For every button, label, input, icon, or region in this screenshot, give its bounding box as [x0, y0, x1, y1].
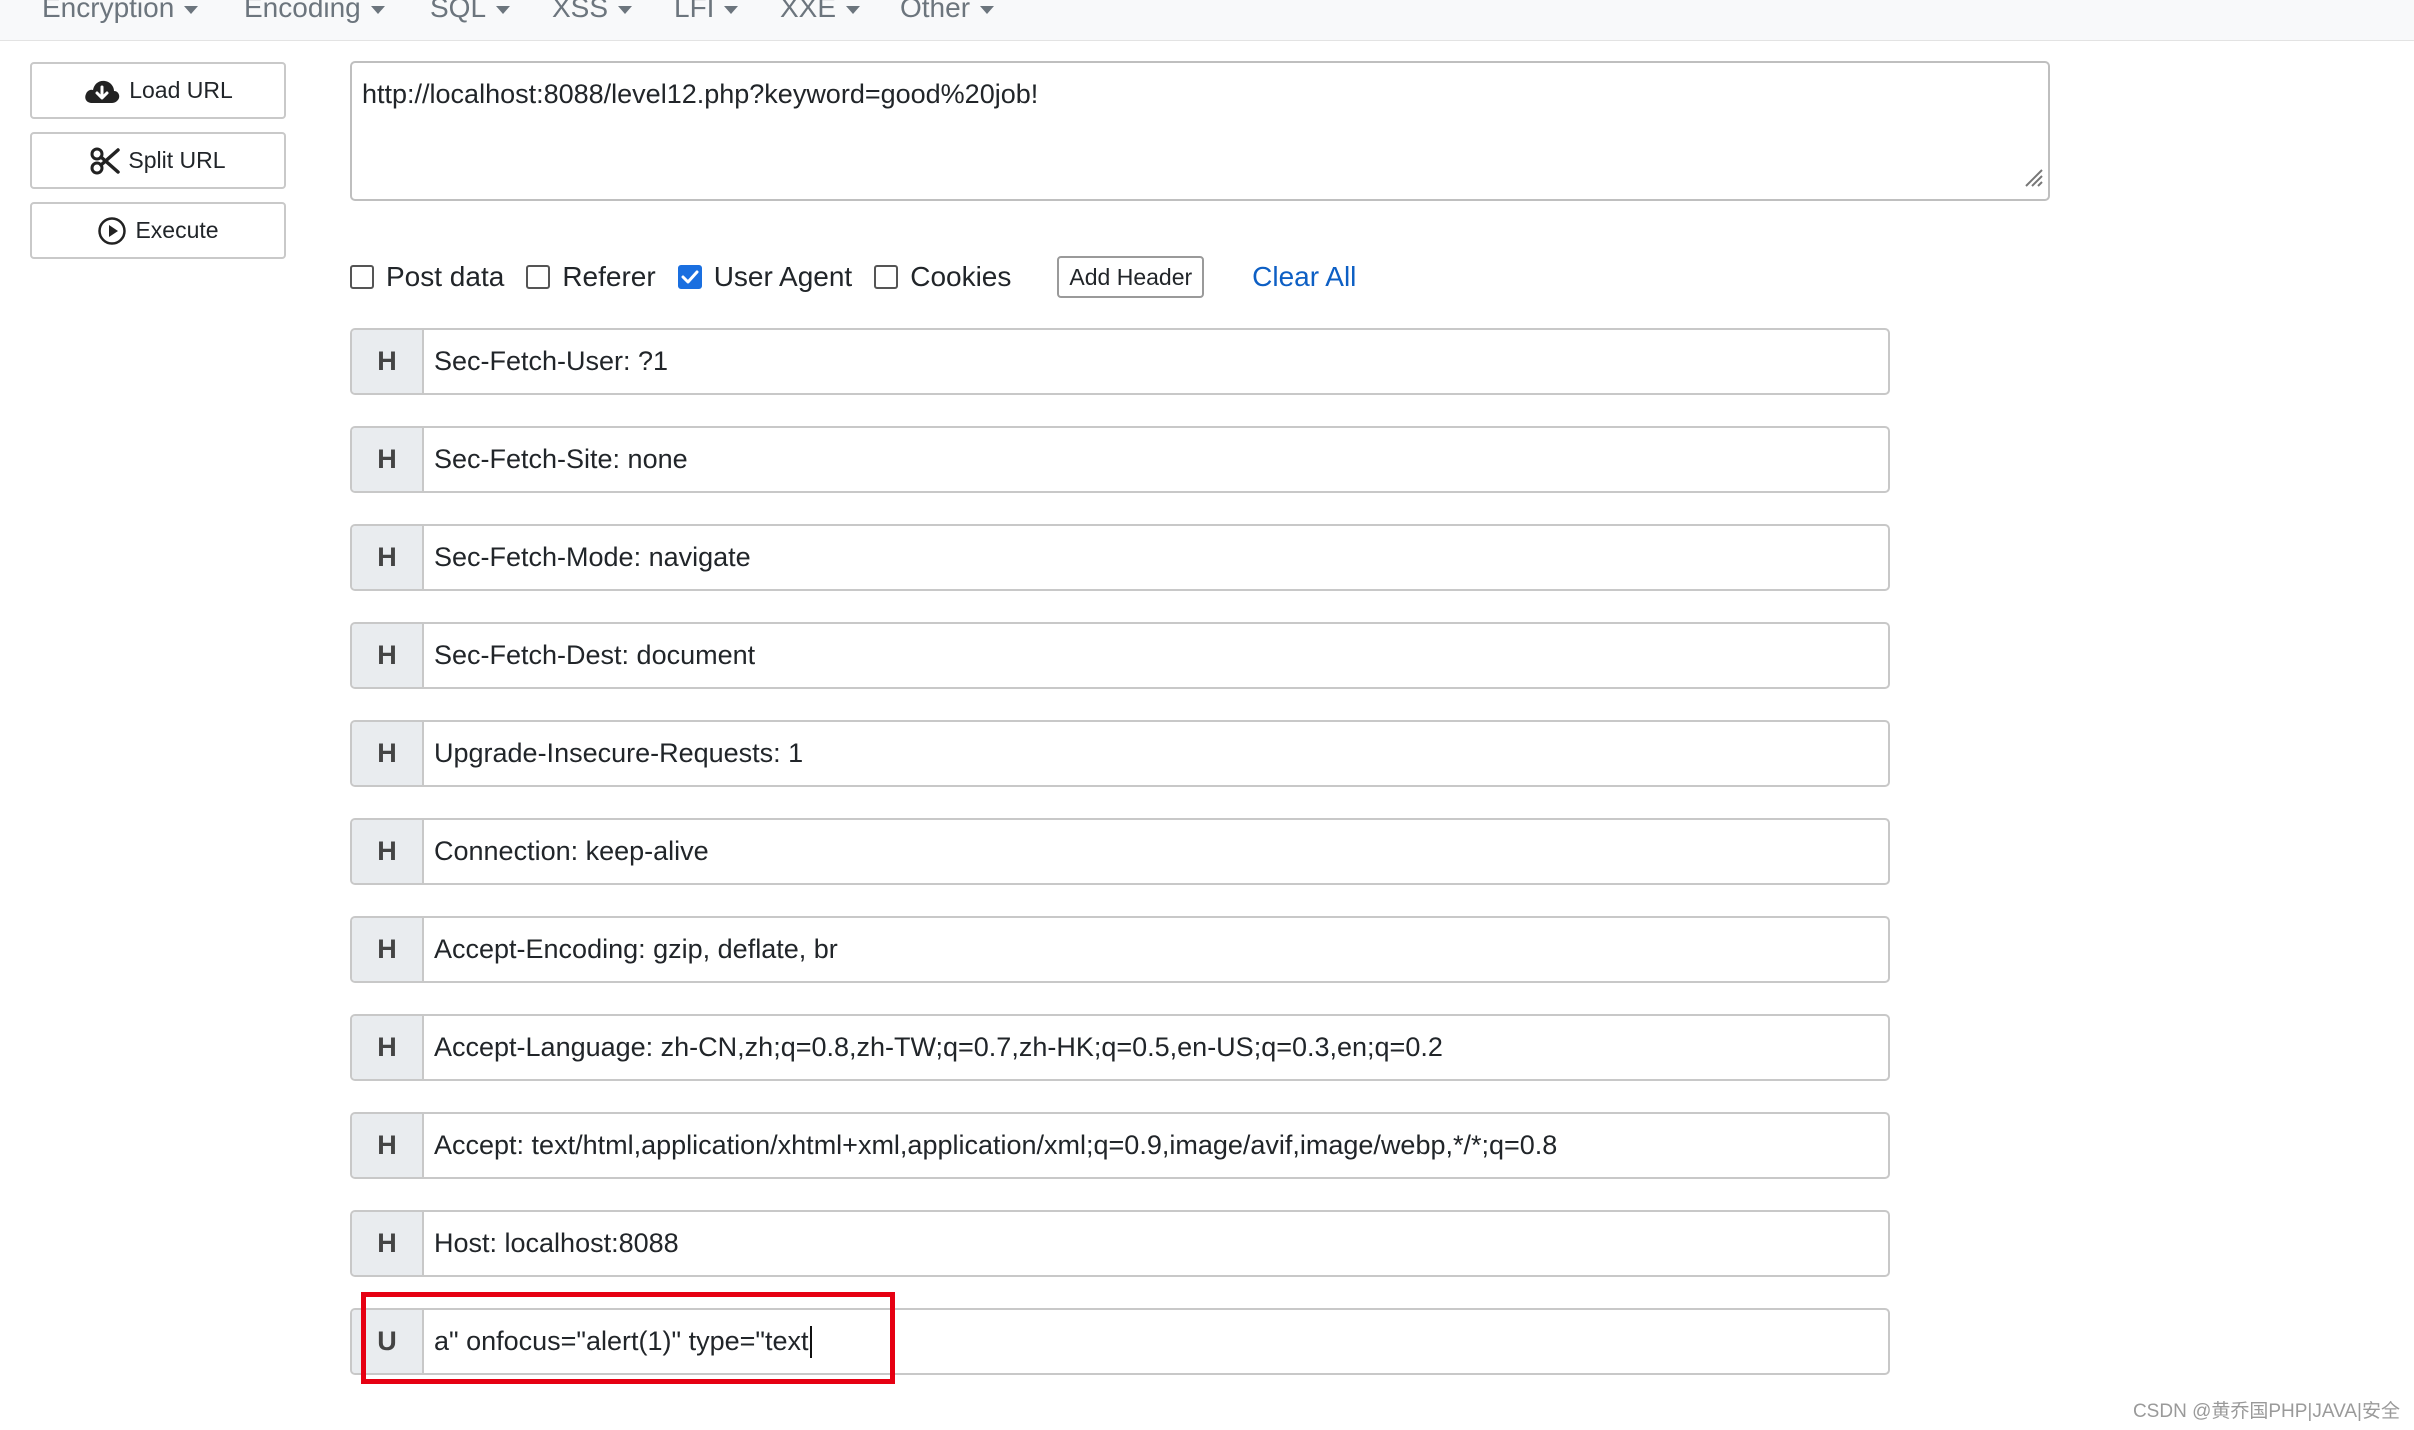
menu-xss[interactable]: XSS — [552, 0, 633, 24]
caret-down-icon — [846, 6, 861, 14]
split-url-button[interactable]: Split URL — [30, 132, 286, 189]
load-url-label: Load URL — [129, 77, 233, 103]
header-input[interactable]: Accept-Encoding: gzip, deflate, br — [424, 918, 1888, 981]
header-tag[interactable]: H — [352, 1212, 424, 1275]
header-input[interactable]: Sec-Fetch-User: ?1 — [424, 330, 1888, 393]
header-row: H Accept-Language: zh-CN,zh;q=0.8,zh-TW;… — [350, 1014, 1890, 1081]
split-url-label: Split URL — [128, 147, 226, 173]
header-tag[interactable]: H — [352, 526, 424, 589]
header-input[interactable]: Accept: text/html,application/xhtml+xml,… — [424, 1114, 1888, 1177]
cookies-option[interactable]: Cookies — [874, 261, 1011, 293]
header-input[interactable]: Sec-Fetch-Mode: navigate — [424, 526, 1888, 589]
post-data-option[interactable]: Post data — [350, 261, 504, 293]
header-tag[interactable]: H — [352, 820, 424, 883]
scissors-icon — [90, 146, 121, 176]
menu-label: Other — [900, 0, 971, 23]
resize-grip-icon[interactable] — [2022, 164, 2044, 195]
header-input[interactable]: Upgrade-Insecure-Requests: 1 — [424, 722, 1888, 785]
clear-all-link[interactable]: Clear All — [1252, 261, 1356, 293]
caret-down-icon — [496, 6, 511, 14]
menu-label: Encryption — [42, 0, 175, 23]
referer-option[interactable]: Referer — [526, 261, 656, 293]
header-row: H Sec-Fetch-Mode: navigate — [350, 524, 1890, 591]
add-header-button[interactable]: Add Header — [1057, 256, 1205, 298]
header-row: H Sec-Fetch-Site: none — [350, 426, 1890, 493]
header-row: H Host: localhost:8088 — [350, 1210, 1890, 1277]
header-input[interactable]: Sec-Fetch-Site: none — [424, 428, 1888, 491]
watermark: CSDN @黄乔国PHP|JAVA|安全 — [2132, 1401, 2400, 1422]
menu-label: XXE — [780, 0, 837, 23]
header-input[interactable]: Sec-Fetch-Dest: document — [424, 624, 1888, 687]
user-agent-checkbox[interactable] — [677, 265, 702, 289]
referer-label: Referer — [562, 261, 656, 292]
caret-down-icon — [370, 6, 385, 14]
menu-lfi[interactable]: LFI — [674, 0, 739, 24]
header-row: H Upgrade-Insecure-Requests: 1 — [350, 720, 1890, 787]
header-tag[interactable]: H — [352, 1016, 424, 1079]
header-input[interactable]: Host: localhost:8088 — [424, 1212, 1888, 1275]
header-row: H Sec-Fetch-Dest: document — [350, 622, 1890, 689]
cloud-download-icon — [83, 77, 121, 105]
top-menu-bar: Encryption Encoding SQL XSS LFI XXE Othe… — [0, 0, 2414, 41]
header-input[interactable]: Accept-Language: zh-CN,zh;q=0.8,zh-TW;q=… — [424, 1016, 1888, 1079]
header-tag[interactable]: H — [352, 1114, 424, 1177]
menu-label: XSS — [552, 0, 609, 23]
post-data-checkbox[interactable] — [350, 265, 374, 289]
header-tag[interactable]: H — [352, 624, 424, 687]
play-circle-icon — [97, 216, 127, 246]
header-row: H Accept: text/html,application/xhtml+xm… — [350, 1112, 1890, 1179]
menu-sql[interactable]: SQL — [430, 0, 511, 24]
highlight-box — [361, 1292, 895, 1384]
header-tag[interactable]: H — [352, 428, 424, 491]
menu-label: Encoding — [244, 0, 361, 23]
caret-down-icon — [724, 6, 739, 14]
execute-button[interactable]: Execute — [30, 202, 286, 259]
menu-xxe[interactable]: XXE — [780, 0, 861, 24]
menu-encryption[interactable]: Encryption — [42, 0, 199, 24]
user-agent-label: User Agent — [713, 261, 853, 292]
caret-down-icon — [184, 6, 199, 14]
cookies-label: Cookies — [910, 261, 1012, 292]
user-agent-option[interactable]: User Agent — [677, 261, 853, 293]
post-data-label: Post data — [386, 261, 505, 292]
header-row: H Sec-Fetch-User: ?1 — [350, 328, 1890, 395]
options-row: Post data Referer User Agent Cookies Add… — [350, 254, 1356, 300]
caret-down-icon — [618, 6, 633, 14]
execute-label: Execute — [135, 217, 219, 243]
menu-label: LFI — [674, 0, 715, 23]
caret-down-icon — [980, 6, 995, 14]
load-url-button[interactable]: Load URL — [30, 62, 286, 119]
cookies-checkbox[interactable] — [874, 265, 899, 289]
header-input[interactable]: Connection: keep-alive — [424, 820, 1888, 883]
referer-checkbox[interactable] — [526, 265, 551, 289]
menu-label: SQL — [430, 0, 487, 23]
url-value: http://localhost:8088/level12.php?keywor… — [362, 79, 1039, 109]
menu-encoding[interactable]: Encoding — [244, 0, 385, 24]
checkmark-icon — [681, 270, 699, 284]
header-row: H Connection: keep-alive — [350, 818, 1890, 885]
header-tag[interactable]: H — [352, 722, 424, 785]
header-tag[interactable]: H — [352, 918, 424, 981]
header-row: H Accept-Encoding: gzip, deflate, br — [350, 916, 1890, 983]
menu-other[interactable]: Other — [900, 0, 995, 24]
header-tag[interactable]: H — [352, 330, 424, 393]
url-textarea[interactable]: http://localhost:8088/level12.php?keywor… — [350, 61, 2050, 201]
